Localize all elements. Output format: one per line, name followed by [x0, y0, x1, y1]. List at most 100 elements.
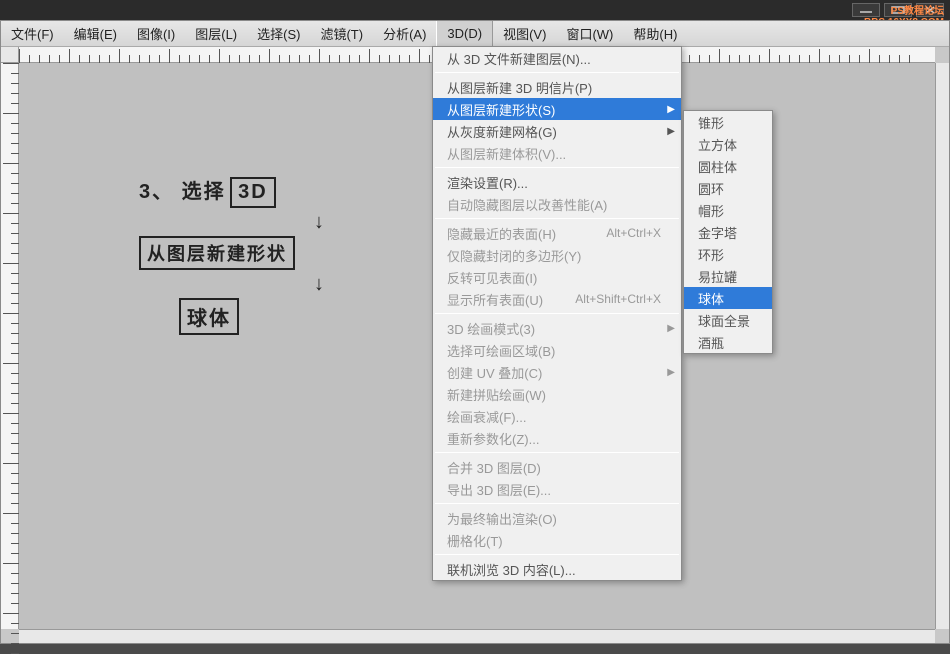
3d-menu-item-23: 导出 3D 图层(E)...	[433, 478, 681, 500]
shape-menu-item-6[interactable]: 环形	[684, 243, 772, 265]
menu-8[interactable]: 视图(V)	[493, 21, 556, 46]
separator	[435, 167, 679, 168]
menu-label: 合并 3D 图层(D)	[447, 458, 541, 477]
menubar: 文件(F)编辑(E)图像(I)图层(L)选择(S)滤镜(T)分析(A)3D(D)…	[1, 21, 949, 47]
menu-label: 联机浏览 3D 内容(L)...	[447, 560, 576, 579]
3d-menu-item-10: 隐藏最近的表面(H) Alt+Ctrl+X	[433, 222, 681, 244]
hw-box-3d: 3D	[230, 177, 276, 208]
separator	[435, 554, 679, 555]
3d-menu-item-16: 选择可绘画区域(B)	[433, 339, 681, 361]
3d-menu-item-28[interactable]: 联机浏览 3D 内容(L)...	[433, 558, 681, 580]
hw-box-shape: 从图层新建形状	[139, 236, 295, 270]
menu-label: 金字塔	[698, 223, 737, 242]
menu-label: 从 3D 文件新建图层(N)...	[447, 49, 591, 68]
3d-menu-item-26: 栅格化(T)	[433, 529, 681, 551]
menu-label: 反转可见表面(I)	[447, 268, 537, 287]
separator	[435, 72, 679, 73]
menu-4[interactable]: 选择(S)	[247, 21, 310, 46]
submenu-arrow-icon: ▶	[667, 367, 675, 378]
menu-label: 导出 3D 图层(E)...	[447, 480, 551, 499]
down-arrow-icon: ↓	[199, 212, 439, 232]
separator	[435, 218, 679, 219]
3d-menu-item-7[interactable]: 渲染设置(R)...	[433, 171, 681, 193]
menu-2[interactable]: 图像(I)	[127, 21, 185, 46]
3d-menu-item-3[interactable]: 从图层新建形状(S) ▶	[433, 98, 681, 120]
3d-menu-item-25: 为最终输出渲染(O)	[433, 507, 681, 529]
menu-label: 隐藏最近的表面(H)	[447, 224, 556, 243]
shape-menu-item-7[interactable]: 易拉罐	[684, 265, 772, 287]
menu-label: 圆柱体	[698, 157, 737, 176]
down-arrow-icon: ↓	[199, 274, 439, 294]
menu-label: 仅隐藏封闭的多边形(Y)	[447, 246, 581, 265]
menu-label: 渲染设置(R)...	[447, 173, 528, 192]
menu-0[interactable]: 文件(F)	[1, 21, 64, 46]
3d-menu-item-17: 创建 UV 叠加(C) ▶	[433, 361, 681, 383]
3d-menu-item-4[interactable]: 从灰度新建网格(G)▶	[433, 120, 681, 142]
title-bar	[0, 0, 950, 20]
3d-menu-item-20: 重新参数化(Z)...	[433, 427, 681, 449]
shape-menu-item-2[interactable]: 圆柱体	[684, 155, 772, 177]
shape-menu-item-3[interactable]: 圆环	[684, 177, 772, 199]
separator	[435, 452, 679, 453]
dropdown-shape-submenu: 锥形立方体圆柱体圆环帽形金字塔环形易拉罐球体球面全景酒瓶	[683, 110, 773, 354]
submenu-arrow-icon: ▶	[667, 323, 675, 334]
menu-label: 显示所有表面(U)	[447, 290, 543, 309]
shape-menu-item-4[interactable]: 帽形	[684, 199, 772, 221]
menu-label: 自动隐藏图层以改善性能(A)	[447, 195, 607, 214]
3d-menu-item-0[interactable]: 从 3D 文件新建图层(N)...	[433, 47, 681, 69]
menu-label: 立方体	[698, 135, 737, 154]
separator	[435, 503, 679, 504]
hw-step-number: 3、 选择	[139, 181, 226, 203]
menu-5[interactable]: 滤镜(T)	[310, 21, 373, 46]
3d-menu-item-15: 3D 绘画模式(3) ▶	[433, 317, 681, 339]
menu-label: 3D 绘画模式(3)	[447, 319, 535, 338]
watermark-line1: PS教程论坛	[864, 6, 944, 17]
menu-6[interactable]: 分析(A)	[373, 21, 436, 46]
menu-label: 环形	[698, 245, 724, 264]
shortcut: Alt+Ctrl+X	[606, 226, 661, 240]
separator	[435, 313, 679, 314]
scrollbar-vertical[interactable]	[935, 63, 949, 629]
ruler-corner	[1, 47, 19, 63]
shape-menu-item-5[interactable]: 金字塔	[684, 221, 772, 243]
menu-label: 易拉罐	[698, 267, 737, 286]
submenu-arrow-icon: ▶	[667, 126, 675, 137]
menu-label: 栅格化(T)	[447, 531, 503, 550]
3d-menu-item-13: 显示所有表面(U) Alt+Shift+Ctrl+X	[433, 288, 681, 310]
menu-label: 帽形	[698, 201, 724, 220]
3d-menu-item-22: 合并 3D 图层(D)	[433, 456, 681, 478]
shape-menu-item-8[interactable]: 球体	[684, 287, 772, 309]
menu-label: 球面全景	[698, 311, 750, 330]
menu-label: 圆环	[698, 179, 724, 198]
3d-menu-item-12: 反转可见表面(I)	[433, 266, 681, 288]
hw-box-sphere: 球体	[179, 298, 239, 335]
shape-menu-item-10[interactable]: 酒瓶	[684, 331, 772, 353]
shape-menu-item-1[interactable]: 立方体	[684, 133, 772, 155]
submenu-arrow-icon: ▶	[667, 104, 675, 115]
menu-label: 球体	[698, 289, 724, 308]
menu-label: 创建 UV 叠加(C)	[447, 363, 542, 382]
ruler-vertical	[1, 63, 19, 629]
menu-label: 重新参数化(Z)...	[447, 429, 539, 448]
3d-menu-item-19: 绘画衰减(F)...	[433, 405, 681, 427]
menu-label: 新建拼贴绘画(W)	[447, 385, 546, 404]
scrollbar-horizontal[interactable]	[19, 629, 935, 643]
3d-menu-item-11: 仅隐藏封闭的多边形(Y)	[433, 244, 681, 266]
3d-menu-item-2[interactable]: 从图层新建 3D 明信片(P)	[433, 76, 681, 98]
menu-label: 为最终输出渲染(O)	[447, 509, 557, 528]
menu-label: 从图层新建 3D 明信片(P)	[447, 78, 592, 97]
menu-3[interactable]: 图层(L)	[185, 21, 247, 46]
shape-menu-item-9[interactable]: 球面全景	[684, 309, 772, 331]
shape-menu-item-0[interactable]: 锥形	[684, 111, 772, 133]
menu-7[interactable]: 3D(D)	[436, 21, 493, 46]
3d-menu-item-5: 从图层新建体积(V)...	[433, 142, 681, 164]
menu-label: 锥形	[698, 113, 724, 132]
menu-10[interactable]: 帮助(H)	[623, 21, 687, 46]
dropdown-3d-menu: 从 3D 文件新建图层(N)...从图层新建 3D 明信片(P)从图层新建形状(…	[432, 46, 682, 581]
handwriting-annotation: 3、 选择 3D ↓ 从图层新建形状 ↓ 球体	[139, 173, 439, 423]
menu-label: 从图层新建形状(S)	[447, 100, 555, 119]
menu-label: 绘画衰减(F)...	[447, 407, 526, 426]
menu-1[interactable]: 编辑(E)	[64, 21, 127, 46]
menu-9[interactable]: 窗口(W)	[556, 21, 623, 46]
shortcut: Alt+Shift+Ctrl+X	[575, 292, 661, 306]
